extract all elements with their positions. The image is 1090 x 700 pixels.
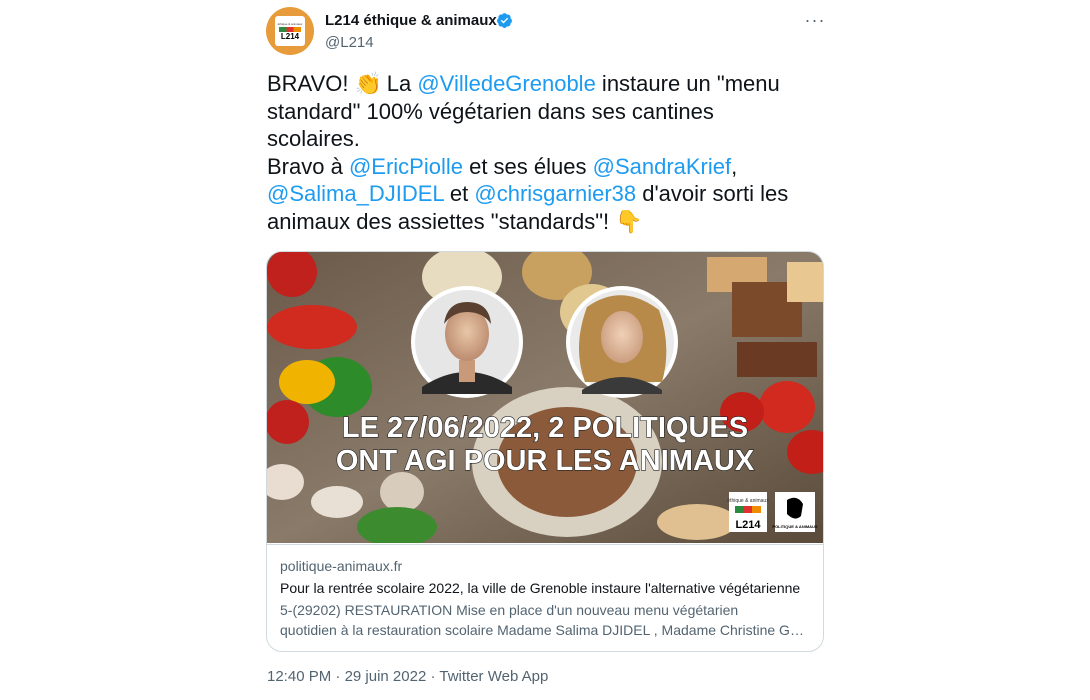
l214-logo-stripe — [744, 506, 752, 513]
card-domain: politique-animaux.fr — [280, 558, 403, 574]
text-segment: d'avoir sorti les — [636, 181, 789, 206]
more-options-icon[interactable]: ··· — [803, 8, 827, 32]
author-handle[interactable]: @L214 — [325, 34, 374, 51]
card-description: 5-(29202) RESTAURATION Mise en place d'u… — [280, 600, 810, 640]
card-title: Pour la rentrée scolaire 2022, la ville … — [280, 580, 801, 596]
mushroom-shape — [311, 486, 363, 518]
separator: · — [426, 668, 440, 685]
l214-logo: éthique & animaux L214 — [275, 16, 305, 46]
verified-badge-icon — [497, 13, 512, 28]
l214-logo-stripe — [735, 506, 744, 513]
mention-chrisgarnier38[interactable]: @chrisgarnier38 — [474, 181, 636, 206]
author-avatar[interactable]: éthique & animaux L214 — [266, 7, 314, 55]
text-segment: BRAVO! — [267, 71, 355, 96]
tweet-line: standard" 100% végétarien dans ses canti… — [267, 98, 714, 124]
card-meta[interactable]: politique-animaux.fr Pour la rentrée sco… — [267, 544, 823, 651]
portrait-face — [601, 311, 643, 363]
seitan-shape — [737, 342, 817, 377]
tweet-line: Bravo à @EricPiolle et ses élues @Sandra… — [267, 153, 827, 181]
text-segment: La — [380, 71, 418, 96]
pointing-down-emoji: 👇 — [615, 208, 643, 234]
mention-salima-djidel[interactable]: @Salima_DJIDEL — [267, 181, 444, 206]
card-description-line: quotidien à la restauration scolaire Mad… — [280, 622, 810, 638]
pa-logo-text: POLITIQUE & ANIMAUX — [772, 524, 818, 529]
board-shape — [657, 504, 737, 540]
l214-logo: éthique & animaux L214 — [727, 492, 769, 532]
rooster-icon — [787, 497, 803, 519]
clapping-hands-emoji: 👏 — [354, 71, 383, 96]
tomato-shape — [267, 400, 309, 444]
banner-line-2: ONT AGI POUR LES ANIMAUX — [336, 445, 755, 477]
text-segment: et — [443, 181, 475, 206]
tweet-line: scolaires. — [267, 126, 360, 151]
cheese-shape — [787, 262, 823, 302]
author-name[interactable]: L214 éthique & animaux — [325, 12, 497, 29]
text-segment: animaux des assiettes "standards"! — [267, 208, 616, 234]
avatar-stripe — [279, 26, 301, 32]
tweet-date[interactable]: 29 juin 2022 — [345, 668, 427, 685]
avatar-tagline: éthique & animaux — [277, 21, 303, 26]
card-description-line: 5-(29202) RESTAURATION Mise en place d'u… — [280, 602, 739, 618]
tweet: éthique & animaux L214 L214 éthique & an… — [0, 0, 1090, 700]
yellow-pepper-shape — [279, 360, 335, 404]
mention-ericpiolle[interactable]: @EricPiolle — [349, 154, 463, 179]
text-segment: Bravo à — [267, 153, 349, 179]
link-card[interactable]: LE 27/06/2022, 2 POLITIQUES ONT AGI POUR… — [266, 251, 824, 652]
tweet-time[interactable]: 12:40 PM — [267, 668, 331, 685]
banner-line-1: LE 27/06/2022, 2 POLITIQUES — [342, 412, 748, 444]
text-segment: , — [731, 153, 738, 179]
text-segment: instaure un "menu — [595, 71, 780, 96]
red-pepper-shape — [267, 305, 357, 349]
avatar-text: L214 — [280, 31, 300, 41]
l214-logo-text: L214 — [735, 519, 761, 531]
tweet-metadata: 12:40 PM · 29 juin 2022 · Twitter Web Ap… — [267, 668, 548, 685]
tweet-source: Twitter Web App — [439, 668, 549, 685]
tomato-shape — [759, 381, 815, 433]
mushroom-shape — [380, 472, 424, 512]
text-segment: et ses élues — [462, 153, 593, 179]
tweet-text: BRAVO! 👏 La @VilledeGrenoble instaure un… — [267, 70, 827, 235]
portrait-neck — [459, 360, 475, 382]
card-image[interactable]: LE 27/06/2022, 2 POLITIQUES ONT AGI POUR… — [267, 252, 823, 543]
mention-sandrakrief[interactable]: @SandraKrief — [593, 154, 732, 179]
tweet-line: animaux des assiettes "standards"! 👇 — [267, 208, 827, 236]
separator: · — [331, 668, 345, 685]
tweet-line: BRAVO! 👏 La @VilledeGrenoble instaure un… — [267, 70, 827, 98]
politique-animaux-logo: POLITIQUE & ANIMAUX — [772, 492, 818, 532]
mention-villedegrenoble[interactable]: @VilledeGrenoble — [417, 71, 595, 96]
l214-logo-tagline: éthique & animaux — [727, 498, 769, 504]
tweet-line: @Salima_DJIDEL et @chrisgarnier38 d'avoi… — [267, 180, 827, 208]
